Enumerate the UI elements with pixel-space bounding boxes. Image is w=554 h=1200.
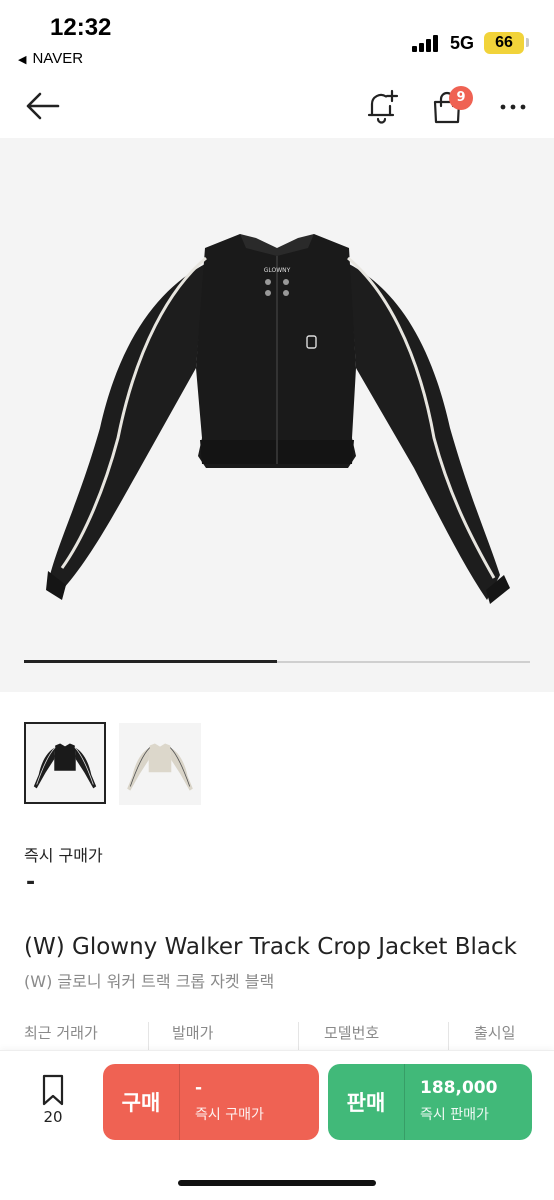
buy-button[interactable]: 구매 - 즉시 구매가: [103, 1064, 319, 1140]
info-model-number-label: 모델번호: [324, 1024, 380, 1042]
thumbnail-beige[interactable]: [119, 723, 201, 805]
thumbnail-black[interactable]: [24, 722, 106, 804]
thumbnail-beige-image: [127, 743, 193, 791]
more-button[interactable]: [494, 92, 532, 122]
cart-count-badge: 9: [449, 86, 473, 110]
arrow-left-icon: [26, 92, 60, 120]
sell-button-sublabel: 즉시 판매가: [420, 1107, 489, 1123]
price-alert-button[interactable]: [362, 86, 402, 128]
product-title-ko: (W) 글로니 워커 트랙 크롭 자켓 블랙: [24, 972, 275, 991]
battery-level: 66: [484, 32, 524, 54]
gallery-progress-fill: [24, 660, 277, 663]
info-release-date-label: 출시일: [474, 1024, 516, 1042]
network-type: 5G: [450, 33, 475, 53]
home-indicator: [178, 1180, 376, 1186]
sell-button[interactable]: 판매 188,000 즉시 판매가: [328, 1064, 532, 1140]
instant-buy-price: -: [26, 870, 36, 895]
buy-button-price: -: [195, 1078, 203, 1098]
more-horizontal-icon: [500, 104, 526, 110]
battery-nub: [526, 38, 529, 47]
signal-icon: [412, 34, 440, 52]
back-button[interactable]: [20, 86, 64, 126]
sell-button-label: 판매: [346, 1091, 386, 1115]
info-release-price-label: 발매가: [172, 1024, 214, 1042]
thumbnail-black-image: [33, 743, 97, 789]
sell-button-divider: [404, 1064, 405, 1140]
track-jacket-image: GLOWNY: [46, 234, 510, 604]
status-time: 12:32: [50, 14, 112, 41]
buy-button-divider: [179, 1064, 180, 1140]
product-page: 12:32 ◀ NAVER 5G 66 9 GLOWNY 즉시 구매가 - (W…: [0, 0, 554, 1200]
bookmark-count: 20: [43, 1108, 63, 1126]
info-divider: [298, 1022, 299, 1050]
info-divider: [148, 1022, 149, 1050]
buy-button-sublabel: 즉시 구매가: [195, 1107, 264, 1123]
product-image-gallery[interactable]: GLOWNY: [0, 138, 554, 692]
back-triangle-icon: ◀: [18, 54, 27, 66]
info-recent-price-label: 최근 거래가: [24, 1024, 98, 1042]
back-app-label: NAVER: [32, 50, 84, 67]
sell-button-price: 188,000: [420, 1078, 498, 1098]
bookmark-icon: [42, 1074, 64, 1106]
bell-plus-icon: [367, 89, 399, 124]
brand-tag-text: GLOWNY: [264, 267, 291, 274]
info-divider: [448, 1022, 449, 1050]
instant-buy-label: 즉시 구매가: [24, 846, 103, 865]
buy-button-label: 구매: [121, 1091, 161, 1115]
back-to-app-link[interactable]: ◀ NAVER: [18, 50, 83, 67]
product-title-en: (W) Glowny Walker Track Crop Jacket Blac…: [24, 934, 517, 960]
bookmark-button[interactable]: [34, 1072, 72, 1108]
